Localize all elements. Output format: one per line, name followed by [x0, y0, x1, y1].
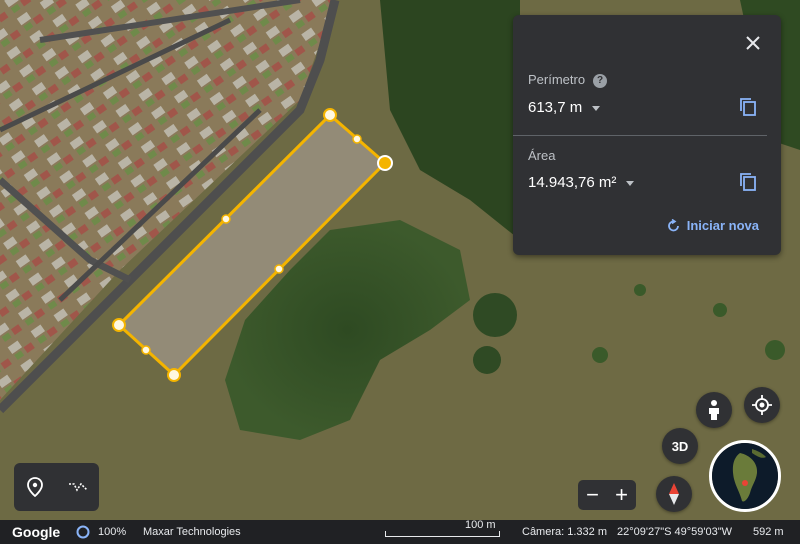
- restart-button[interactable]: Iniciar nova: [667, 218, 759, 233]
- imagery-attribution: Maxar Technologies: [143, 526, 241, 538]
- my-location-button[interactable]: [744, 387, 780, 423]
- polygon-midpoint[interactable]: [141, 345, 151, 355]
- polygon-vertex[interactable]: [323, 108, 337, 122]
- close-icon[interactable]: [741, 31, 765, 55]
- polygon-midpoint[interactable]: [352, 134, 362, 144]
- perimeter-label: Perímetro: [528, 72, 586, 87]
- map-pin-icon: [27, 477, 44, 497]
- area-value: 14.943,76 m²: [528, 174, 617, 191]
- polygon-vertex[interactable]: [377, 155, 393, 171]
- perimeter-value-dropdown[interactable]: 613,7 m: [528, 99, 601, 116]
- restart-icon: [667, 218, 679, 231]
- place-pin-button[interactable]: [23, 475, 47, 499]
- zoom-in-button[interactable]: +: [615, 484, 628, 506]
- tree-cluster: [473, 346, 501, 374]
- camera-altitude: Câmera: 1.332 m: [522, 526, 607, 538]
- polygon-vertex[interactable]: [112, 318, 126, 332]
- zoom-control: − +: [578, 480, 636, 510]
- pegman-icon: [709, 400, 719, 420]
- coordinates: 22°09'27"S 49°59'03"W: [617, 526, 732, 538]
- chevron-down-icon: [592, 106, 601, 111]
- copy-perimeter-button[interactable]: [737, 96, 759, 118]
- google-logo: Google: [12, 524, 61, 540]
- tree-cluster: [473, 293, 517, 337]
- elevation: 592 m: [753, 526, 784, 538]
- compass-icon: [669, 483, 679, 505]
- draw-path-button[interactable]: [66, 475, 90, 499]
- tree-cluster: [634, 284, 646, 296]
- perimeter-heading: Perímetro?: [528, 72, 608, 88]
- area-label: Área: [528, 148, 556, 163]
- map-tools: [14, 463, 99, 511]
- polygon-midpoint[interactable]: [274, 264, 284, 274]
- tree-cluster: [592, 347, 608, 363]
- path-icon: [68, 482, 88, 492]
- polygon-vertex[interactable]: [167, 368, 181, 382]
- tree-cluster: [713, 303, 727, 317]
- globe-button[interactable]: [709, 440, 781, 512]
- area-value-dropdown[interactable]: 14.943,76 m²: [528, 174, 635, 191]
- polygon-midpoint[interactable]: [221, 214, 231, 224]
- perimeter-value: 613,7 m: [528, 99, 583, 116]
- restart-label: Iniciar nova: [686, 218, 759, 233]
- compass-button[interactable]: [656, 476, 692, 512]
- scale-label: 100 m: [465, 519, 496, 531]
- copy-area-button[interactable]: [737, 171, 759, 193]
- load-percent: 100%: [98, 526, 127, 538]
- tree-cluster: [765, 340, 785, 360]
- measure-panel: Perímetro? 613,7 m Área 14.943,76 m² Ini…: [513, 15, 781, 255]
- scale-bar: [385, 531, 500, 537]
- locate-icon: [752, 395, 772, 415]
- help-icon[interactable]: ?: [593, 73, 608, 88]
- zoom-out-button[interactable]: −: [586, 484, 599, 506]
- globe-icon: [712, 443, 778, 509]
- chevron-down-icon: [626, 181, 635, 186]
- divider: [513, 135, 767, 136]
- street-view-button[interactable]: [696, 392, 732, 428]
- toggle-3d-button[interactable]: 3D: [662, 428, 698, 464]
- loading-ring-icon: [76, 525, 90, 542]
- 3d-label: 3D: [671, 438, 689, 454]
